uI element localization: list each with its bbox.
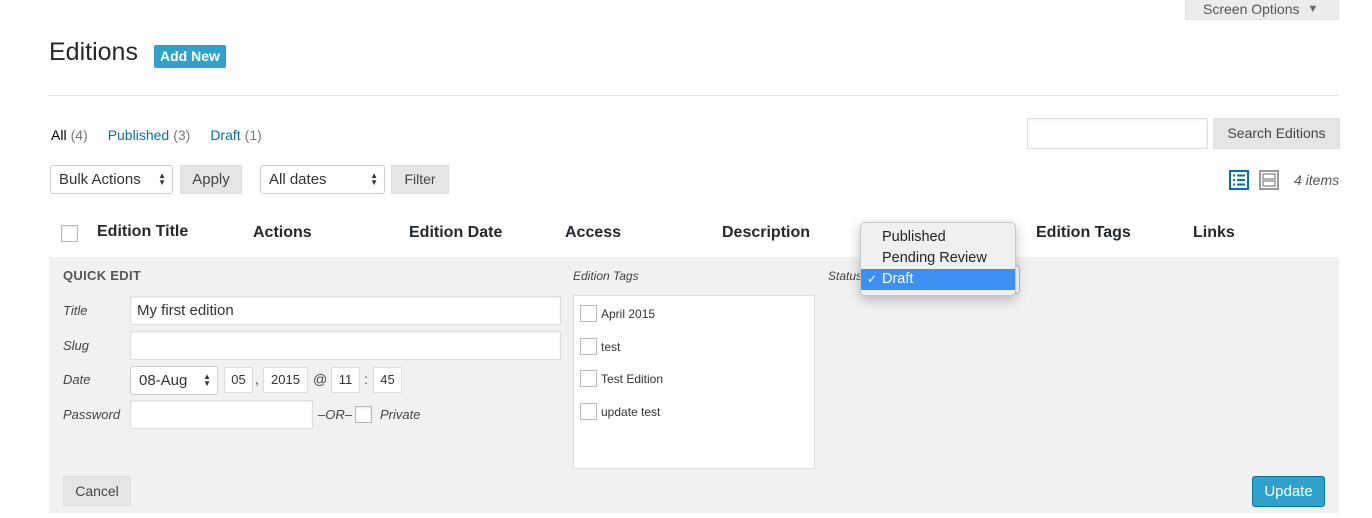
column-actions: Actions [253, 224, 312, 241]
tag-item[interactable]: April 2015 [580, 305, 655, 322]
tag-checkbox[interactable] [580, 370, 597, 387]
status-option-draft[interactable]: ✓ Draft [861, 269, 1015, 290]
month-value: 08-Aug [139, 372, 188, 389]
slug-label: Slug [63, 338, 90, 353]
search-editions-button[interactable]: Search Editions [1213, 118, 1340, 149]
view-published[interactable]: Published (3) [108, 127, 191, 143]
view-published-label: Published [107, 127, 170, 143]
screen-options-label: Screen Options [1203, 1, 1300, 17]
tag-item[interactable]: Test Edition [580, 370, 663, 387]
status-option-draft-label: Draft [882, 271, 914, 287]
add-new-button[interactable]: Add New [154, 45, 226, 68]
screen-options-button[interactable]: Screen Options ▼ [1185, 0, 1339, 20]
tag-label: Test Edition [601, 371, 664, 386]
select-arrows-icon: ▲ ▼ [370, 171, 378, 187]
dates-filter-select[interactable]: All dates ▲ ▼ [260, 165, 385, 194]
select-arrows-icon: ▲ ▼ [203, 372, 211, 388]
update-button[interactable]: Update [1252, 476, 1325, 507]
header-divider [49, 95, 1339, 96]
tag-label: test [601, 339, 621, 354]
password-input[interactable] [130, 400, 313, 429]
page-title: Editions [49, 38, 138, 66]
tag-checkbox[interactable] [580, 403, 597, 420]
edition-tags-list: April 2015 test Test Edition update test [573, 295, 815, 469]
tag-checkbox[interactable] [580, 338, 597, 355]
filter-button[interactable]: Filter [391, 165, 449, 194]
view-draft-count: (1) [244, 127, 262, 143]
checkmark-icon: ✓ [867, 272, 878, 286]
status-option-pending-review[interactable]: Pending Review [861, 248, 1015, 269]
excerpt-view-icon[interactable] [1259, 170, 1279, 190]
select-arrows-icon: ▲ ▼ [158, 171, 166, 187]
view-draft[interactable]: Draft (1) [210, 127, 261, 143]
year-input[interactable]: 2015 [263, 367, 308, 393]
slug-input[interactable] [130, 331, 561, 360]
column-description: Description [722, 224, 811, 241]
time-colon: : [364, 371, 368, 387]
view-draft-label: Draft [210, 127, 241, 143]
select-all-checkbox[interactable] [61, 225, 78, 242]
hour-input[interactable]: 11 [331, 367, 360, 393]
tag-item[interactable]: test [580, 338, 620, 355]
date-label: Date [63, 372, 91, 387]
title-input[interactable]: My first edition [130, 296, 561, 325]
search-input[interactable] [1027, 118, 1208, 149]
quick-edit-heading: QUICK EDIT [63, 268, 142, 283]
month-select[interactable]: 08-Aug ▲ ▼ [130, 366, 218, 395]
status-option-published[interactable]: Published [861, 227, 1015, 248]
bulk-actions-select[interactable]: Bulk Actions ▲ ▼ [50, 165, 173, 194]
column-edition-date[interactable]: Edition Date [409, 224, 502, 242]
column-edition-tags: Edition Tags [1036, 224, 1131, 241]
private-label: Private [380, 407, 421, 422]
status-dropdown-menu: Published Pending Review ✓ Draft [860, 222, 1016, 296]
items-count: 4 items [1294, 172, 1340, 188]
view-published-count: (3) [173, 127, 191, 143]
private-checkbox[interactable] [355, 406, 372, 423]
minute-input[interactable]: 45 [373, 367, 402, 393]
day-input[interactable]: 05 [224, 367, 253, 393]
column-links: Links [1193, 224, 1235, 241]
tag-label: update test [601, 404, 661, 419]
edition-tags-label: Edition Tags [573, 269, 639, 283]
date-comma: , [255, 371, 259, 387]
bulk-actions-value: Bulk Actions [59, 171, 141, 188]
apply-button[interactable]: Apply [180, 165, 242, 194]
status-views: All (4) Published (3) Draft (1) [51, 127, 282, 143]
view-all-label: All [51, 127, 67, 143]
caret-down-icon: ▼ [1307, 3, 1319, 15]
password-label: Password [63, 407, 121, 422]
view-all-count: (4) [70, 127, 88, 143]
status-label: Status [828, 269, 863, 283]
tag-label: April 2015 [601, 306, 656, 321]
column-access: Access [565, 224, 622, 241]
view-all[interactable]: All (4) [51, 127, 88, 143]
column-edition-title[interactable]: Edition Title [97, 223, 188, 241]
tag-item[interactable]: update test [580, 403, 660, 420]
list-view-icon[interactable] [1229, 170, 1249, 190]
dates-filter-value: All dates [269, 171, 327, 188]
title-label: Title [63, 303, 88, 318]
date-at: @ [313, 371, 328, 387]
cancel-button[interactable]: Cancel [63, 476, 131, 506]
or-label: –OR– [318, 407, 352, 422]
tag-checkbox[interactable] [580, 305, 597, 322]
